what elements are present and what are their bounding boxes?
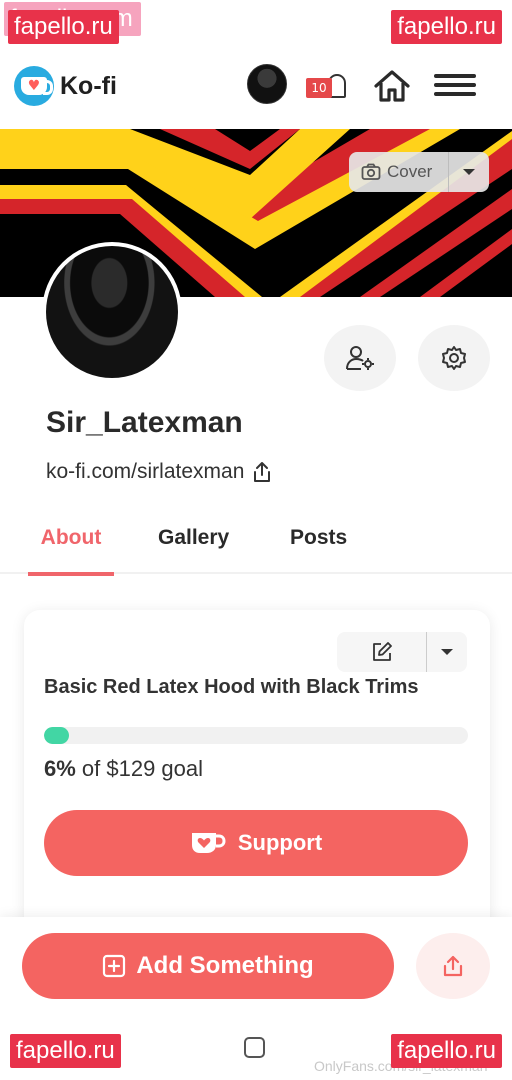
goal-dropdown-toggle[interactable]: [427, 632, 467, 672]
notification-count-badge: 10: [306, 78, 332, 98]
support-button-label: Support: [237, 830, 323, 855]
profile-tabs: About Gallery Posts: [0, 518, 512, 576]
watermark-bottom-left: fapello.ru: [10, 1034, 121, 1068]
goal-percent: 6%: [44, 756, 76, 781]
watermark-top-right: fapello.ru: [391, 10, 502, 44]
support-button[interactable]: Support: [44, 810, 468, 876]
goal-card: Basic Red Latex Hood with Black Trims 6%…: [24, 610, 490, 950]
add-something-label: Add Something: [136, 952, 314, 979]
edit-icon: [372, 642, 392, 661]
goal-title: Basic Red Latex Hood with Black Trims: [44, 676, 419, 698]
goal-progress-bar: [44, 727, 468, 744]
notifications-button[interactable]: 10: [306, 74, 346, 102]
plus-square-icon: [103, 954, 126, 978]
kofi-logo[interactable]: ♥ Ko-fi: [14, 66, 117, 106]
watermark-top-left: fapello.ru: [8, 10, 119, 44]
user-gear-icon: [346, 346, 374, 370]
watermark-bottom-right: fapello.ru: [391, 1034, 502, 1068]
gear-icon: [442, 346, 466, 370]
kofi-cup-icon: ♥: [14, 66, 54, 106]
settings-button[interactable]: [418, 325, 490, 391]
profile-username: Sir_Latexman: [46, 406, 243, 439]
cover-button-label: Cover: [387, 162, 433, 181]
profile-settings-button[interactable]: [324, 325, 396, 391]
brand-name: Ko-fi: [60, 71, 117, 100]
chevron-down-icon: [441, 649, 453, 655]
hamburger-menu-icon[interactable]: [434, 74, 476, 96]
home-square-icon[interactable]: [244, 1037, 265, 1058]
cover-edit-button[interactable]: Cover: [349, 152, 489, 192]
tab-posts[interactable]: Posts: [290, 526, 347, 550]
share-icon[interactable]: [252, 461, 272, 483]
bottom-action-bar: Add Something: [0, 917, 512, 1015]
goal-edit-button[interactable]: [337, 632, 467, 672]
camera-icon: [361, 163, 381, 180]
profile-url-row[interactable]: ko-fi.com/sirlatexman: [46, 460, 272, 484]
share-page-button[interactable]: [416, 933, 490, 999]
profile-avatar[interactable]: [42, 242, 182, 382]
tab-about[interactable]: About: [28, 526, 114, 576]
goal-target: of $129 goal: [81, 756, 204, 781]
profile-url[interactable]: ko-fi.com/sirlatexman: [46, 460, 244, 484]
goal-status: 6% of $129 goal: [44, 756, 203, 782]
goal-progress-fill: [44, 727, 70, 744]
app-header: ♥ Ko-fi 10: [0, 48, 512, 126]
upload-icon: [443, 955, 463, 977]
kofi-cup-icon: [191, 833, 226, 853]
user-avatar[interactable]: [247, 64, 287, 104]
tab-gallery[interactable]: Gallery: [158, 526, 229, 550]
home-icon[interactable]: [372, 68, 412, 104]
cover-dropdown-toggle[interactable]: [449, 169, 489, 175]
chevron-down-icon: [463, 169, 475, 175]
add-something-button[interactable]: Add Something: [22, 933, 394, 999]
